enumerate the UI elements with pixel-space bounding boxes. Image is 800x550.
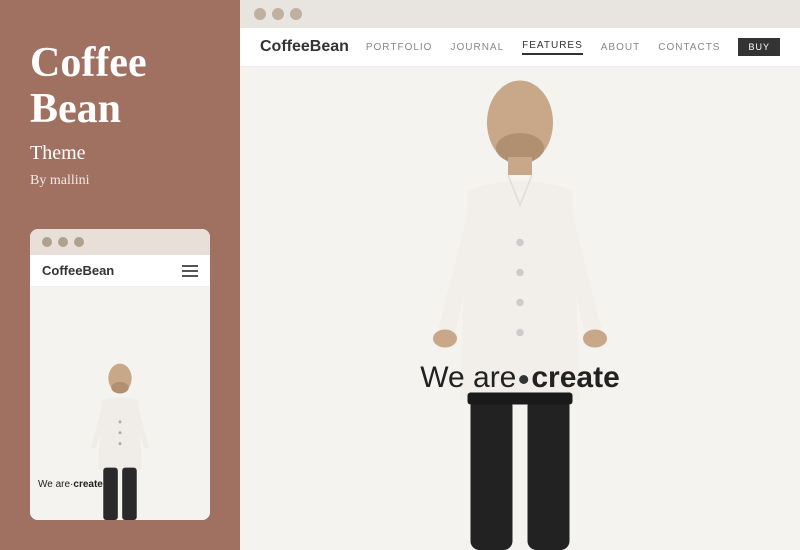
mobile-titlebar bbox=[30, 229, 210, 255]
mobile-tagline-bold: create bbox=[73, 479, 102, 490]
mobile-hamburger-icon[interactable] bbox=[182, 265, 198, 277]
desktop-logo-bold: Bean bbox=[310, 38, 349, 55]
desktop-dot-3 bbox=[290, 8, 302, 20]
mobile-logo-light: Coffee bbox=[42, 263, 82, 278]
desktop-browser: CoffeeBean PORTFOLIO JOURNAL FEATURES AB… bbox=[240, 28, 800, 550]
mobile-tagline-normal: We are· bbox=[38, 479, 73, 490]
mobile-person-figure bbox=[75, 360, 165, 520]
dot-separator-icon bbox=[519, 375, 528, 384]
desktop-tagline-normal: We are bbox=[420, 361, 516, 394]
mobile-logo: CoffeeBean bbox=[42, 263, 114, 278]
menu-item-features[interactable]: FEATURES bbox=[522, 40, 583, 55]
mobile-nav: CoffeeBean bbox=[30, 255, 210, 287]
theme-title: Coffee Bean bbox=[30, 40, 210, 132]
mobile-body: We are·create bbox=[30, 287, 210, 520]
mobile-preview-card: CoffeeBean bbox=[30, 229, 210, 520]
sidebar: Coffee Bean Theme By mallini CoffeeBean bbox=[0, 0, 240, 550]
desktop-body: We are create bbox=[240, 67, 800, 550]
mobile-dot-1 bbox=[42, 237, 52, 247]
desktop-dot-2 bbox=[272, 8, 284, 20]
mobile-tagline: We are·create bbox=[38, 479, 103, 490]
menu-item-portfolio[interactable]: PORTFOLIO bbox=[366, 42, 433, 53]
mobile-content: CoffeeBean bbox=[30, 255, 210, 520]
menu-item-buy[interactable]: BUY bbox=[738, 38, 780, 56]
title-line1: Coffee bbox=[30, 40, 147, 86]
mobile-dot-3 bbox=[74, 237, 84, 247]
desktop-dot-1 bbox=[254, 8, 266, 20]
menu-item-contacts[interactable]: CONTACTS bbox=[658, 42, 720, 53]
desktop-titlebar bbox=[240, 0, 800, 28]
desktop-logo-light: Coffee bbox=[260, 38, 310, 55]
desktop-nav: CoffeeBean PORTFOLIO JOURNAL FEATURES AB… bbox=[240, 28, 800, 67]
mobile-dot-2 bbox=[58, 237, 68, 247]
menu-item-about[interactable]: ABOUT bbox=[601, 42, 640, 53]
menu-item-journal[interactable]: JOURNAL bbox=[450, 42, 504, 53]
mobile-logo-bold: Bean bbox=[82, 263, 114, 278]
title-line2: Bean bbox=[30, 86, 121, 132]
main-preview: CoffeeBean PORTFOLIO JOURNAL FEATURES AB… bbox=[240, 0, 800, 550]
desktop-tagline: We are create bbox=[420, 361, 620, 395]
desktop-menu: PORTFOLIO JOURNAL FEATURES ABOUT CONTACT… bbox=[366, 38, 780, 56]
desktop-logo: CoffeeBean bbox=[260, 38, 349, 56]
desktop-tagline-bold: create bbox=[531, 361, 619, 394]
desktop-person-figure bbox=[400, 70, 640, 550]
theme-author: By mallini bbox=[30, 173, 210, 189]
theme-subtitle: Theme bbox=[30, 142, 210, 165]
